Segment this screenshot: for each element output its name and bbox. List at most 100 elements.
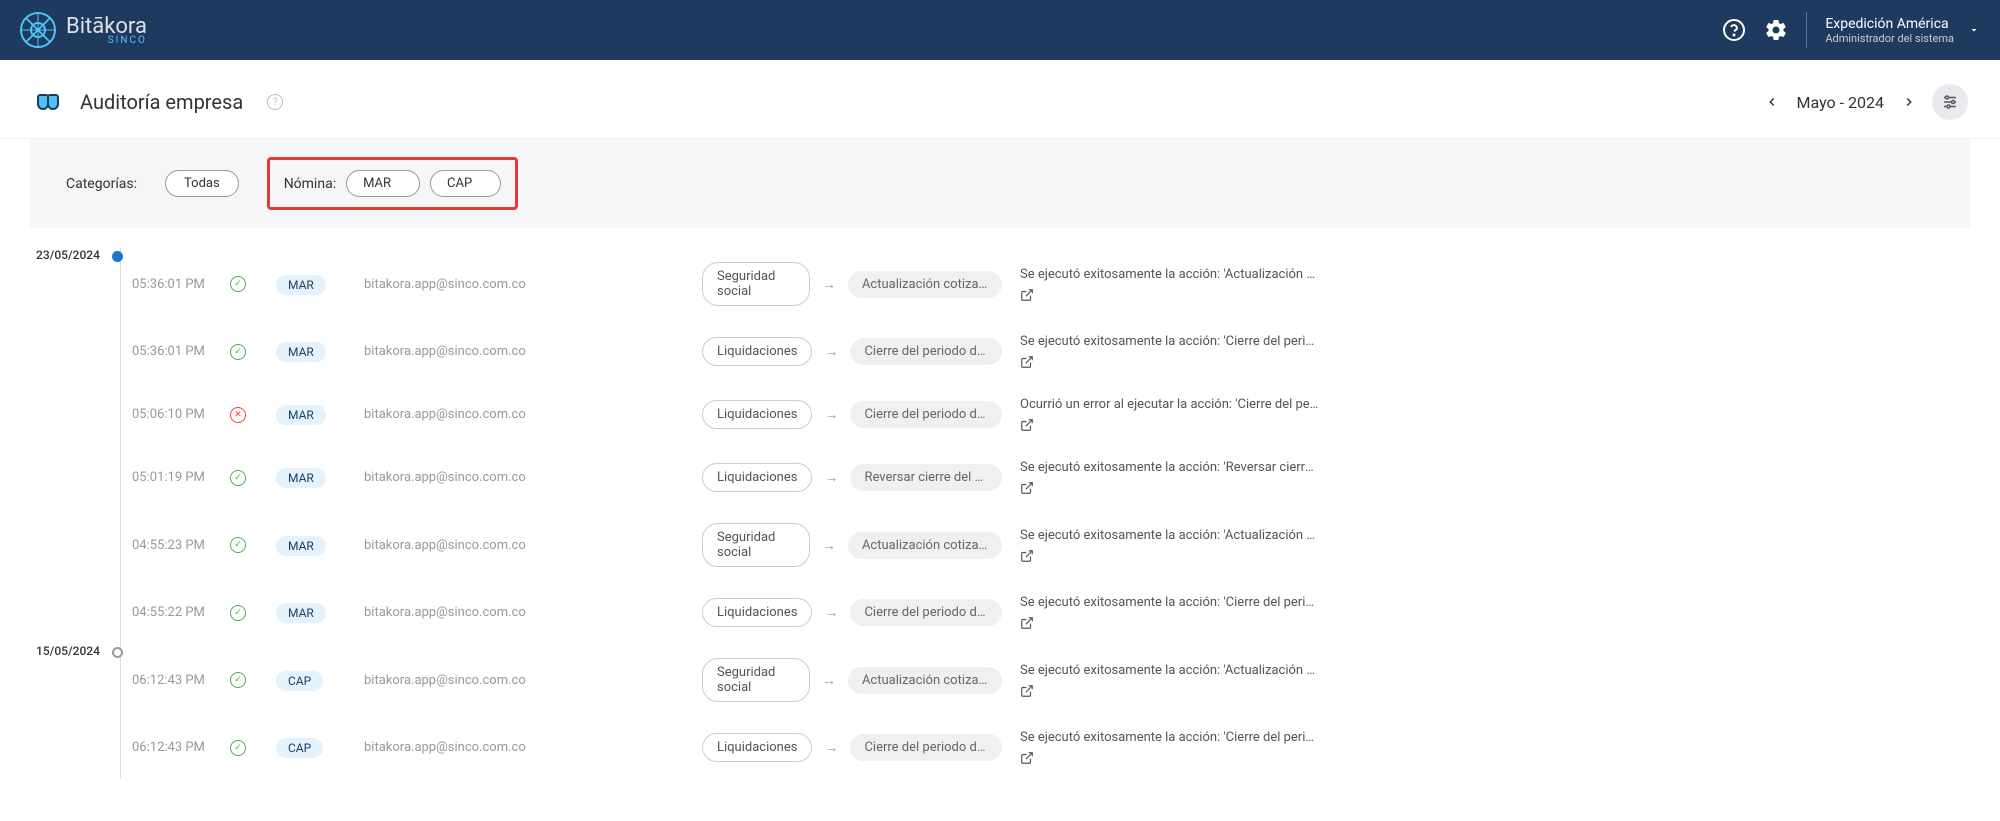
- action-category: Liquidaciones: [702, 733, 812, 762]
- entry-user: bitakora.app@sinco.com.co: [364, 673, 684, 688]
- entry-action: Seguridad social→Actualización cotizante…: [702, 262, 1002, 306]
- external-link-icon[interactable]: [1020, 288, 1034, 302]
- entry-time: 04:55:22 PM: [122, 605, 212, 620]
- entry-user: bitakora.app@sinco.com.co: [364, 740, 684, 755]
- logo-text-wrap: Bitākora SINCO: [66, 14, 147, 46]
- header-divider: [1806, 12, 1807, 48]
- entry-description-text: Se ejecutó exitosamente la acción: 'Actu…: [1020, 267, 1320, 282]
- audit-entry: 05:36:01 PM✓MARbitakora.app@sinco.com.co…: [122, 320, 1964, 383]
- entry-description-text: Se ejecutó exitosamente la acción: 'Actu…: [1020, 663, 1320, 678]
- entry-description-text: Se ejecutó exitosamente la acción: 'Cier…: [1020, 334, 1320, 349]
- external-link-icon[interactable]: [1020, 751, 1034, 765]
- binoculars-icon: [32, 86, 64, 118]
- entry-description: Se ejecutó exitosamente la acción: 'Cier…: [1020, 334, 1420, 369]
- action-result: Actualización cotizantes ...: [848, 271, 1002, 298]
- help-icon[interactable]: [1722, 18, 1746, 42]
- entry-description: Se ejecutó exitosamente la acción: 'Actu…: [1020, 663, 1420, 698]
- arrow-right-icon: →: [822, 537, 836, 554]
- page-title: Auditoría empresa: [80, 90, 243, 114]
- action-result: Actualización cotizantes ...: [848, 667, 1002, 694]
- date-group: 15/05/2024 06:12:43 PM✓CAPbitakora.app@si…: [36, 644, 1964, 779]
- action-result: Reversar cierre del period...: [850, 464, 1002, 491]
- audit-entry: 04:55:22 PM✓MARbitakora.app@sinco.com.co…: [122, 581, 1964, 644]
- date-marker: [112, 251, 123, 262]
- entry-description: Se ejecutó exitosamente la acción: 'Cier…: [1020, 595, 1420, 630]
- action-result: Cierre del periodo de nóm...: [850, 599, 1002, 626]
- header-right: Expedición América Administrador del sis…: [1722, 12, 1980, 48]
- entry-user: bitakora.app@sinco.com.co: [364, 538, 684, 553]
- entry-time: 05:01:19 PM: [122, 470, 212, 485]
- entry-description: Se ejecutó exitosamente la acción: 'Actu…: [1020, 267, 1420, 302]
- entry-user: bitakora.app@sinco.com.co: [364, 470, 684, 485]
- entry-user: bitakora.app@sinco.com.co: [364, 407, 684, 422]
- logo-section: Bitākora SINCO: [20, 12, 147, 48]
- external-link-icon[interactable]: [1020, 616, 1034, 630]
- nomina-chip-label: MAR: [363, 176, 391, 191]
- arrow-right-icon: →: [822, 276, 836, 293]
- audit-entry: 05:01:19 PM ✓ MAR bitakora.app@sinco.com.co…: [122, 446, 1964, 509]
- period-nav: Mayo - 2024: [1765, 93, 1916, 112]
- entry-action: Liquidaciones → Reversar cierre del period…: [702, 463, 1002, 492]
- entry-description: Se ejecutó exitosamente la acción: 'Cier…: [1020, 730, 1420, 765]
- audit-entry: 06:12:43 PM✓CAPbitakora.app@sinco.com.co…: [122, 644, 1964, 716]
- x-circle-icon: ✕: [230, 407, 246, 423]
- gear-icon[interactable]: [1764, 18, 1788, 42]
- entry-action: Seguridad social→Actualización cotizante…: [702, 523, 1002, 567]
- page-title-section: Auditoría empresa ?: [32, 86, 283, 118]
- nomina-tag: MAR: [276, 536, 326, 556]
- prev-period-button[interactable]: [1765, 95, 1779, 109]
- filter-toggle-button[interactable]: [1932, 84, 1968, 120]
- external-link-icon[interactable]: [1020, 549, 1034, 563]
- page-header: Auditoría empresa ? Mayo - 2024: [0, 60, 2000, 139]
- check-circle-icon: ✓: [230, 537, 246, 553]
- nomina-tag: MAR: [276, 603, 326, 623]
- action-category: Liquidaciones: [702, 463, 812, 492]
- external-link-icon[interactable]: [1020, 355, 1034, 369]
- entry-time: 05:36:01 PM: [122, 277, 212, 292]
- date-group: 23/05/202405:36:01 PM✓MARbitakora.app@si…: [36, 248, 1964, 644]
- date-label: 15/05/2024: [36, 644, 100, 658]
- sliders-icon: [1941, 93, 1959, 111]
- arrow-right-icon: →: [824, 343, 838, 360]
- external-link-icon[interactable]: [1020, 684, 1034, 698]
- entry-action: Liquidaciones → Cierre del periodo de nóm.…: [702, 733, 1002, 762]
- nomina-tag: CAP: [276, 738, 323, 758]
- nomina-tag: MAR: [276, 405, 326, 425]
- nomina-chip-cap[interactable]: CAP: [430, 170, 501, 197]
- user-menu[interactable]: Expedición América Administrador del sis…: [1825, 16, 1980, 45]
- audit-entry: 04:55:23 PM✓MARbitakora.app@sinco.com.co…: [122, 509, 1964, 581]
- check-circle-icon: ✓: [230, 470, 246, 486]
- arrow-right-icon: →: [822, 672, 836, 689]
- audit-entry: 06:12:43 PM✓CAPbitakora.app@sinco.com.co…: [122, 716, 1964, 779]
- entry-action: Liquidaciones→Cierre del periodo de nóm.…: [702, 400, 1002, 429]
- nomina-label: Nómina:: [284, 176, 336, 192]
- action-category: Liquidaciones: [702, 337, 812, 366]
- entry-time: 05:36:01 PM: [122, 344, 212, 359]
- categorias-label: Categorías:: [66, 176, 137, 192]
- action-result: Cierre del periodo de nóm...: [850, 401, 1002, 428]
- nomina-filter-group: Nómina: MAR CAP: [267, 157, 519, 210]
- app-header: Bitākora SINCO Expedición América Admini…: [0, 0, 2000, 60]
- arrow-right-icon: →: [824, 739, 838, 756]
- arrow-right-icon: →: [824, 469, 838, 486]
- check-circle-icon: ✓: [230, 276, 246, 292]
- action-result: Cierre del periodo de nóm...: [850, 734, 1002, 761]
- audit-entry: 05:06:10 PM ✕ MAR bitakora.app@sinco.com.co…: [122, 383, 1964, 446]
- chevron-down-icon: [1968, 24, 1980, 36]
- arrow-right-icon: →: [824, 604, 838, 621]
- external-link-icon[interactable]: [1020, 481, 1034, 495]
- period-text: Mayo - 2024: [1797, 93, 1884, 112]
- audit-timeline: 23/05/202405:36:01 PM✓MARbitakora.app@si…: [0, 228, 2000, 799]
- check-circle-icon: ✓: [230, 605, 246, 621]
- check-circle-icon: ✓: [230, 672, 246, 688]
- categorias-all-chip[interactable]: Todas: [165, 170, 239, 197]
- nomina-chip-mar[interactable]: MAR: [346, 170, 420, 197]
- nomina-tag: MAR: [276, 468, 326, 488]
- next-period-button[interactable]: [1902, 95, 1916, 109]
- page-help-icon[interactable]: ?: [267, 94, 283, 110]
- entry-time: 05:06:10 PM: [122, 407, 212, 422]
- entry-action: Liquidaciones→Cierre del periodo de nóm.…: [702, 337, 1002, 366]
- action-result: Actualización cotizantes ...: [848, 532, 1002, 559]
- entry-description: Ocurrió un error al ejecutar la acción: …: [1020, 397, 1420, 432]
- external-link-icon[interactable]: [1020, 418, 1034, 432]
